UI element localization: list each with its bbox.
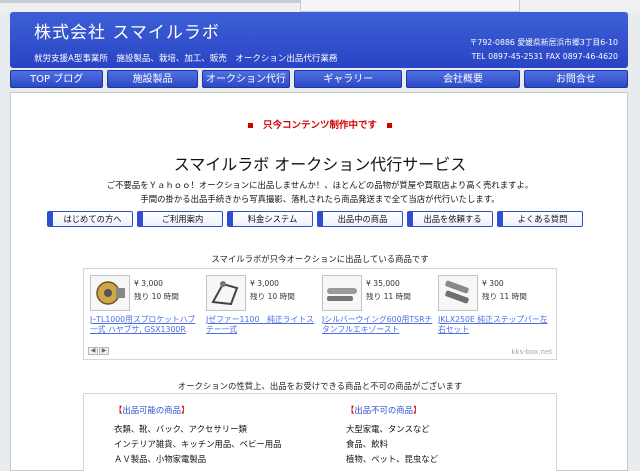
bracket-close: 】 bbox=[413, 405, 422, 415]
ok-items-title: 出品可能の商品 bbox=[122, 405, 181, 415]
conditions-title: オークションの性質上、出品をお受けできる商品と不可の商品がございます bbox=[177, 381, 463, 391]
next-arrow-icon[interactable]: ▶ bbox=[99, 347, 109, 355]
browser-scroll-area bbox=[0, 0, 640, 12]
tab-faq[interactable]: よくある質問 bbox=[497, 211, 583, 227]
tab-request-listing[interactable]: 出品を依頼する bbox=[407, 211, 493, 227]
notice-text: 只今コンテンツ制作中です bbox=[262, 120, 377, 131]
item-time-left: 残り 11 時間 bbox=[366, 292, 411, 301]
header-contact: 〒792-0886 愛媛県新居浜市郷3丁目6-10 TEL 0897-45-25… bbox=[470, 36, 618, 64]
list-item: インテリア雑貨、キッチン用品、ベビー用品 bbox=[114, 439, 282, 449]
listing-title: スマイルラボが只今オークションに出品している商品です bbox=[211, 254, 429, 264]
header-phone: TEL 0897-45-2531 FAX 0897-46-4620 bbox=[471, 52, 618, 61]
ok-items-column: 【出品可能の商品】 衣類、靴、バック、アクセサリー類 インテリア雑貨、キッチン用… bbox=[114, 404, 282, 467]
prev-arrow-icon[interactable]: ◀ bbox=[88, 347, 98, 355]
scroll-region bbox=[300, 0, 520, 12]
item-price: ¥ 35,000 bbox=[366, 279, 400, 288]
item-name-link[interactable]: Jゼファー1100 純正ライトステー一式 bbox=[206, 315, 318, 335]
auction-items-widget: ¥ 3,000 残り 10 時間 JｰTL1000用スプロケットハブ一式 ハヤブ… bbox=[83, 268, 557, 360]
tab-listed-items[interactable]: 出品中の商品 bbox=[317, 211, 403, 227]
item-price: ¥ 3,000 bbox=[250, 279, 279, 288]
service-tabs: はじめての方へ ご利用案内 料金システム 出品中の商品 出品を依頼する よくある… bbox=[47, 211, 587, 227]
item-time-left: 残り 10 時間 bbox=[134, 292, 179, 301]
item-name-link[interactable]: JｰTL1000用スプロケットハブ一式 ハヤブサ, GSX1300R bbox=[90, 315, 202, 335]
list-item: 大型家電、タンスなど bbox=[346, 424, 430, 434]
header-tagline: 就労支援A型事業所 施設製品、栽培、加工、販売 オークション出品代行業務 bbox=[34, 54, 338, 64]
red-square-icon bbox=[247, 122, 253, 128]
widget-controls: ◀ ▶ bbox=[88, 347, 110, 355]
red-square-icon bbox=[387, 122, 392, 128]
nav-auction-service[interactable]: オークション代行 bbox=[201, 70, 291, 88]
item-price: ¥ 3,000 bbox=[134, 279, 163, 288]
construction-notice: 只今コンテンツ制作中です bbox=[11, 117, 629, 131]
nav-gallery[interactable]: ギャラリー bbox=[294, 70, 403, 88]
bracket-close: 】 bbox=[181, 405, 190, 415]
item-name-link[interactable]: JKLX250E 純正ステップバー左右セット bbox=[438, 315, 550, 335]
item-time-left: 残り 10 時間 bbox=[250, 292, 295, 301]
main-content: 只今コンテンツ制作中です スマイルラボ オークション代行サービス ご不要品をＹａ… bbox=[10, 92, 628, 471]
item-name-link[interactable]: Jシルバーウイング600用TSRチタンフルエキゾースト bbox=[322, 315, 434, 335]
ng-items-title: 出品不可の商品 bbox=[354, 405, 413, 415]
tab-pricing[interactable]: 料金システム bbox=[227, 211, 313, 227]
auction-item[interactable]: ¥ 3,000 残り 10 時間 JｰTL1000用スプロケットハブ一式 ハヤブ… bbox=[86, 275, 200, 341]
item-thumbnail[interactable] bbox=[322, 275, 362, 311]
site-header: 株式会社 スマイルラボ 就労支援A型事業所 施設製品、栽培、加工、販売 オークシ… bbox=[10, 12, 628, 68]
item-price: ¥ 300 bbox=[482, 279, 504, 288]
list-item: 植物、ペット、昆虫など bbox=[346, 454, 438, 464]
item-thumbnail[interactable] bbox=[206, 275, 246, 311]
description-line: ご不要品をＹａｈｏｏ！オークションに出品しませんか！、ほとんどの品物が質屋や買取… bbox=[106, 180, 534, 190]
item-thumbnail[interactable] bbox=[90, 275, 130, 311]
auction-item[interactable]: ¥ 35,000 残り 11 時間 Jシルバーウイング600用TSRチタンフルエ… bbox=[318, 275, 432, 341]
widget-credit-link[interactable]: kks-box.net bbox=[511, 348, 552, 356]
main-nav: TOP ブログ 施設製品 オークション代行 ギャラリー 会社概要 お問合せ bbox=[10, 70, 628, 88]
service-description: ご不要品をＹａｈｏｏ！オークションに出品しませんか！、ほとんどの品物が質屋や買取… bbox=[11, 178, 629, 206]
auction-item[interactable]: ¥ 3,000 残り 10 時間 Jゼファー1100 純正ライトステー一式 bbox=[202, 275, 316, 341]
item-thumbnail[interactable] bbox=[438, 275, 478, 311]
item-time-left: 残り 11 時間 bbox=[482, 292, 527, 301]
horizontal-scrollbar-track[interactable] bbox=[0, 0, 300, 3]
ng-items-column: 【出品不可の商品】 大型家電、タンスなど 食品、飲料 植物、ペット、昆虫など bbox=[346, 404, 438, 467]
company-name: 株式会社 スマイルラボ bbox=[34, 23, 220, 43]
nav-contact[interactable]: お問合せ bbox=[523, 70, 628, 88]
nav-top-blog[interactable]: TOP ブログ bbox=[10, 70, 104, 88]
list-item: 食品、飲料 bbox=[346, 439, 388, 449]
page-title: スマイルラボ オークション代行サービス bbox=[173, 155, 467, 174]
description-line: 手間の掛かる出品手続きから写真撮影、落札されたら商品発送まで全て当店が代行いたし… bbox=[140, 194, 500, 204]
tab-first-time[interactable]: はじめての方へ bbox=[47, 211, 133, 227]
nav-facility-products[interactable]: 施設製品 bbox=[107, 70, 198, 88]
nav-company[interactable]: 会社概要 bbox=[406, 70, 520, 88]
list-item: ＡＶ製品、小物家電製品 bbox=[114, 454, 207, 464]
auction-item[interactable]: ¥ 300 残り 11 時間 JKLX250E 純正ステップバー左右セット bbox=[434, 275, 548, 341]
list-item: 衣類、靴、バック、アクセサリー類 bbox=[114, 424, 247, 434]
ok-items-heading: 【出品可能の商品】 bbox=[114, 404, 282, 416]
conditions-box: 【出品可能の商品】 衣類、靴、バック、アクセサリー類 インテリア雑貨、キッチン用… bbox=[83, 393, 557, 471]
tab-usage-guide[interactable]: ご利用案内 bbox=[137, 211, 223, 227]
ng-items-heading: 【出品不可の商品】 bbox=[346, 404, 438, 416]
header-address: 〒792-0886 愛媛県新居浜市郷3丁目6-10 bbox=[469, 38, 618, 47]
